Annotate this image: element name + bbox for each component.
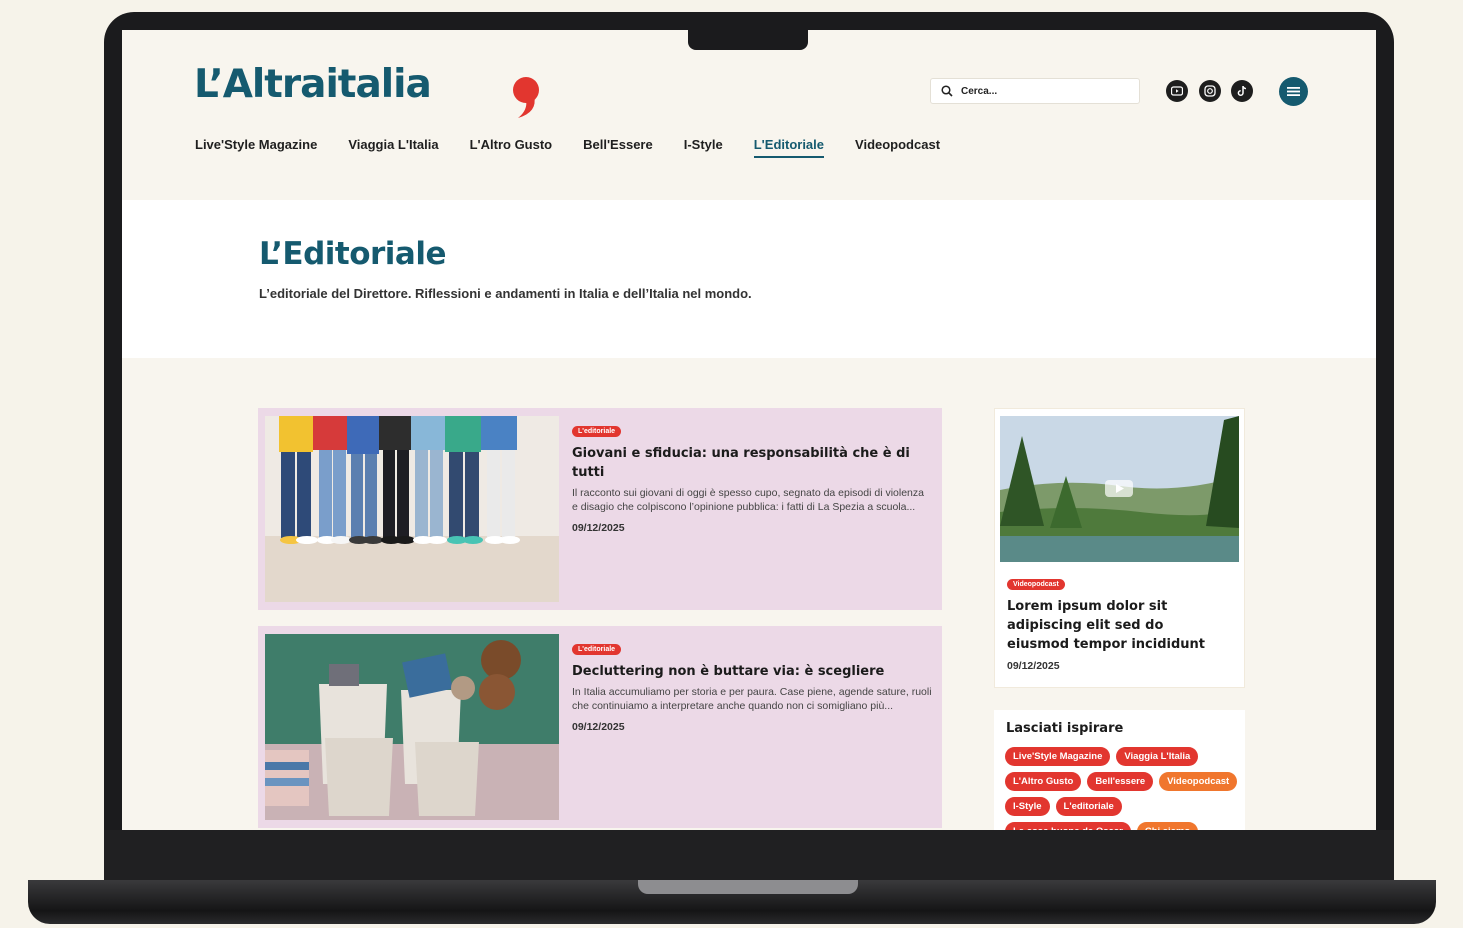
inspire-chip[interactable]: Viaggia L'Italia [1116,747,1199,766]
video-date: 09/12/2025 [1007,660,1060,672]
page-hero: L’Editoriale L’editoriale del Direttore.… [122,200,1376,358]
hamburger-icon [1287,87,1300,96]
article-body: L'editoriale Decluttering non è buttare … [572,638,932,733]
nav-item-altro-gusto[interactable]: L'Altro Gusto [470,137,553,158]
tiktok-icon[interactable] [1231,80,1253,102]
inspire-chip[interactable]: Live'Style Magazine [1005,747,1111,766]
instagram-icon[interactable] [1199,80,1221,102]
article-image[interactable] [265,416,559,602]
inspire-chip[interactable]: Bell'essere [1087,772,1154,791]
laptop-base-notch [638,880,858,894]
article-image[interactable] [265,634,559,820]
article-date: 09/12/2025 [572,721,625,733]
inspire-chip[interactable]: Chi siamo [1136,822,1199,830]
page-subtitle: L’editoriale del Direttore. Riflessioni … [259,286,752,301]
comma-logo-icon [513,77,539,118]
video-title[interactable]: Lorem ipsum dolor sit adipiscing elit se… [1007,597,1227,654]
article-date: 09/12/2025 [572,522,625,534]
article-excerpt: In Italia accumuliamo per storia e per p… [572,686,932,712]
nav-item-viaggia[interactable]: Viaggia L'Italia [348,137,438,158]
logo-text: L’Altraitalia [194,62,432,107]
laptop-chin [104,830,1394,882]
main-nav: Live'Style Magazine Viaggia L'Italia L'A… [195,137,971,158]
browser-screen: L’Altraitalia Cerca... Live'Style Magazi… [122,30,1376,830]
video-card-body: Videopodcast Lorem ipsum dolor sit adipi… [1007,573,1227,672]
inspire-widget: Lasciati ispirare Live'Style Magazine Via… [994,710,1245,830]
sidebar-video-card[interactable]: Videopodcast Lorem ipsum dolor sit adipi… [994,408,1245,688]
category-tag[interactable]: L'editoriale [572,644,622,655]
nav-item-livestyle[interactable]: Live'Style Magazine [195,137,317,158]
article-title[interactable]: Decluttering non è buttare via: è scegli… [572,662,932,681]
article-title[interactable]: Giovani e sfiducia: una responsabilità c… [572,444,932,482]
video-thumbnail[interactable] [1000,416,1239,562]
search-input[interactable]: Cerca... [961,86,997,97]
inspire-chip[interactable]: Videopodcast [1159,772,1238,791]
inspire-chip[interactable]: L'Altro Gusto [1005,772,1082,791]
search-box[interactable]: Cerca... [930,78,1140,104]
inspire-chip[interactable]: I-Style [1005,797,1050,816]
article-card[interactable]: L'editoriale Decluttering non è buttare … [258,626,942,828]
nav-item-bellessere[interactable]: Bell'Essere [583,137,653,158]
category-tag[interactable]: Videopodcast [1007,579,1065,590]
page-title: L’Editoriale [259,236,447,272]
nav-item-editoriale[interactable]: L'Editoriale [753,137,825,158]
category-tag[interactable]: L'editoriale [572,426,622,437]
inspire-chip[interactable]: L'editoriale [1055,797,1122,816]
inspire-chip[interactable]: Le cose buone da Oscar [1005,822,1131,830]
search-icon [941,85,953,97]
nav-item-videopodcast[interactable]: Videopodcast [855,137,940,158]
youtube-icon[interactable] [1166,80,1188,102]
inspire-title: Lasciati ispirare [1006,721,1124,736]
hamburger-menu-button[interactable] [1279,77,1308,106]
article-card[interactable]: L'editoriale Giovani e sfiducia: una res… [258,408,942,610]
site-logo[interactable]: L’Altraitalia [194,62,539,118]
nav-item-istyle[interactable]: I-Style [684,137,723,158]
article-excerpt: Il racconto sui giovani di oggi è spesso… [572,487,924,513]
inspire-chips: Live'Style Magazine Viaggia L'Italia L'Alt… [1005,747,1240,830]
camera-notch [688,30,808,50]
article-body: L'editoriale Giovani e sfiducia: una res… [572,420,932,534]
